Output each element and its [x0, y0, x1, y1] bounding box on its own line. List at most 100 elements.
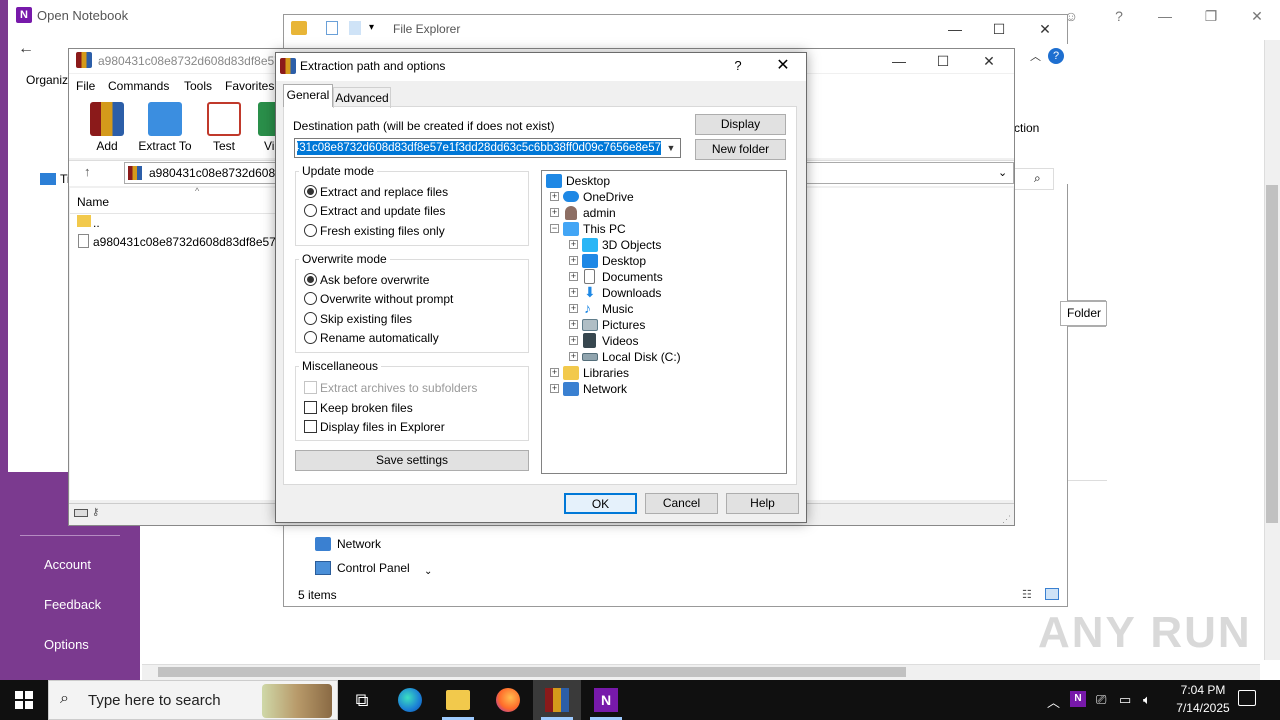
- winrar-maximize-button[interactable]: ☐: [920, 46, 966, 76]
- path-dropdown-icon[interactable]: ⌄: [998, 166, 1007, 179]
- winrar-close-button[interactable]: ✕: [966, 46, 1012, 76]
- display-button[interactable]: Display: [695, 114, 786, 135]
- expand-icon[interactable]: +: [569, 352, 578, 361]
- help-button[interactable]: Help: [726, 493, 799, 514]
- close-button[interactable]: ✕: [1234, 0, 1280, 32]
- help-icon[interactable]: ?: [1096, 0, 1142, 32]
- expand-icon[interactable]: +: [569, 320, 578, 329]
- start-button[interactable]: [0, 680, 48, 720]
- tree-item-admin[interactable]: + admin: [550, 205, 750, 221]
- nav-item-network[interactable]: Network: [337, 537, 381, 551]
- restore-button[interactable]: ❐: [1188, 0, 1234, 32]
- tree-item-desktop-pc[interactable]: + Desktop: [569, 253, 769, 269]
- menu-commands[interactable]: Commands: [108, 79, 169, 93]
- edge-taskbar-button[interactable]: [386, 680, 434, 720]
- dialog-help-icon[interactable]: ?: [728, 54, 748, 78]
- expand-icon[interactable]: +: [550, 192, 559, 201]
- tree-item-this-pc[interactable]: − This PC: [550, 221, 750, 237]
- tree-item-videos[interactable]: + Videos: [569, 333, 769, 349]
- nav-item-control-panel[interactable]: Control Panel: [337, 561, 410, 575]
- scroll-down-icon[interactable]: ⌄: [424, 566, 432, 577]
- winrar-minimize-button[interactable]: —: [876, 46, 922, 76]
- menu-tools[interactable]: Tools: [184, 79, 212, 93]
- details-view-icon[interactable]: ☷: [1022, 588, 1032, 601]
- large-icons-view-icon[interactable]: [1045, 588, 1059, 600]
- expand-icon[interactable]: +: [550, 208, 559, 217]
- menu-file[interactable]: File: [76, 79, 95, 93]
- list-item[interactable]: ..: [93, 214, 100, 232]
- notifications-icon[interactable]: [1238, 690, 1256, 706]
- view-button[interactable]: Vi: [246, 102, 276, 153]
- dialog-close-icon[interactable]: ✕: [768, 54, 798, 78]
- tab-general[interactable]: General: [283, 84, 333, 107]
- tree-item-pictures[interactable]: + Pictures: [569, 317, 769, 333]
- task-view-button[interactable]: ⧉: [338, 680, 386, 720]
- minimize-button[interactable]: —: [1142, 0, 1188, 32]
- file-explorer-taskbar-button[interactable]: [434, 680, 482, 720]
- account-menu-item[interactable]: Account: [44, 557, 91, 572]
- tree-item-downloads[interactable]: + ⬇ Downloads: [569, 285, 769, 301]
- save-settings-button[interactable]: Save settings: [295, 450, 529, 471]
- radio-button[interactable]: [304, 204, 317, 217]
- radio-button[interactable]: [304, 292, 317, 305]
- add-button[interactable]: Add: [79, 102, 135, 153]
- options-menu-item[interactable]: Options: [44, 637, 89, 652]
- fe-maximize-button[interactable]: ☐: [976, 14, 1022, 44]
- collapse-icon[interactable]: −: [550, 224, 559, 233]
- list-item[interactable]: a980431c08e8732d608d83df8e57e1: [93, 233, 279, 251]
- feedback-menu-item[interactable]: Feedback: [44, 597, 101, 612]
- radio-button[interactable]: [304, 331, 317, 344]
- onenote-taskbar-button[interactable]: N: [582, 680, 630, 720]
- tree-item-local-disk[interactable]: + Local Disk (C:): [569, 349, 769, 365]
- fe-minimize-button[interactable]: —: [932, 14, 978, 44]
- tree-item-3d-objects[interactable]: + 3D Objects: [569, 237, 769, 253]
- destination-path-combobox[interactable]: a980431c08e8732d608d83df8e57e1f3dd28dd63…: [294, 138, 681, 158]
- folder-tree[interactable]: Desktop + OneDrive + admin − This PC + 3…: [541, 170, 787, 474]
- tree-item-libraries[interactable]: + Libraries: [550, 365, 750, 381]
- expand-icon[interactable]: +: [569, 336, 578, 345]
- tree-item-onedrive[interactable]: + OneDrive: [550, 189, 750, 205]
- destination-path-value[interactable]: a980431c08e8732d608d83df8e57e1f3dd28dd63…: [297, 141, 661, 155]
- chevron-down-icon[interactable]: ▼: [664, 141, 678, 155]
- cancel-button[interactable]: Cancel: [645, 493, 718, 514]
- device-icon[interactable]: ⎚: [1096, 692, 1106, 708]
- clock-date[interactable]: 7/14/2025: [1168, 701, 1238, 715]
- ribbon-collapse-icon[interactable]: ︿: [1030, 48, 1041, 64]
- expand-icon[interactable]: +: [569, 288, 578, 297]
- back-arrow-icon[interactable]: ←: [18, 40, 34, 58]
- column-header-name[interactable]: Name: [70, 190, 280, 214]
- resize-grip-icon[interactable]: ⋰: [1002, 514, 1011, 525]
- winrar-taskbar-button[interactable]: [533, 680, 581, 720]
- vertical-scrollbar-thumb[interactable]: [1266, 185, 1278, 523]
- tree-item-documents[interactable]: + Documents: [569, 269, 769, 285]
- chevron-down-icon[interactable]: ▾: [369, 22, 374, 33]
- ok-button[interactable]: OK: [564, 493, 637, 514]
- radio-button[interactable]: [304, 312, 317, 325]
- checkbox[interactable]: [304, 420, 317, 433]
- new-folder-button[interactable]: Folder: [1060, 301, 1107, 326]
- firefox-taskbar-button[interactable]: [484, 680, 532, 720]
- network-tray-icon[interactable]: ▭: [1119, 692, 1131, 708]
- fe-help-icon[interactable]: ?: [1048, 48, 1064, 64]
- clock-time[interactable]: 7:04 PM: [1168, 683, 1238, 697]
- onenote-tray-icon[interactable]: N: [1070, 691, 1086, 707]
- expand-icon[interactable]: +: [569, 256, 578, 265]
- extract-to-button[interactable]: Extract To: [137, 102, 193, 153]
- menu-favorites[interactable]: Favorites: [225, 79, 274, 93]
- properties-icon[interactable]: [326, 21, 338, 35]
- tree-item-music[interactable]: + ♪ Music: [569, 301, 769, 317]
- checkbox[interactable]: [304, 401, 317, 414]
- volume-icon[interactable]: 🔈︎: [1143, 692, 1151, 708]
- expand-icon[interactable]: +: [569, 240, 578, 249]
- radio-button[interactable]: [304, 224, 317, 237]
- new-folder-button[interactable]: New folder: [695, 139, 786, 160]
- fe-close-button[interactable]: ✕: [1022, 14, 1068, 44]
- test-button[interactable]: Test: [196, 102, 252, 153]
- expand-icon[interactable]: +: [569, 304, 578, 313]
- expand-icon[interactable]: +: [569, 272, 578, 281]
- tray-overflow-icon[interactable]: ︿: [1047, 692, 1060, 711]
- new-folder-icon[interactable]: [349, 21, 361, 35]
- radio-button-selected[interactable]: [304, 273, 317, 286]
- radio-button-selected[interactable]: [304, 185, 317, 198]
- expand-icon[interactable]: +: [550, 368, 559, 377]
